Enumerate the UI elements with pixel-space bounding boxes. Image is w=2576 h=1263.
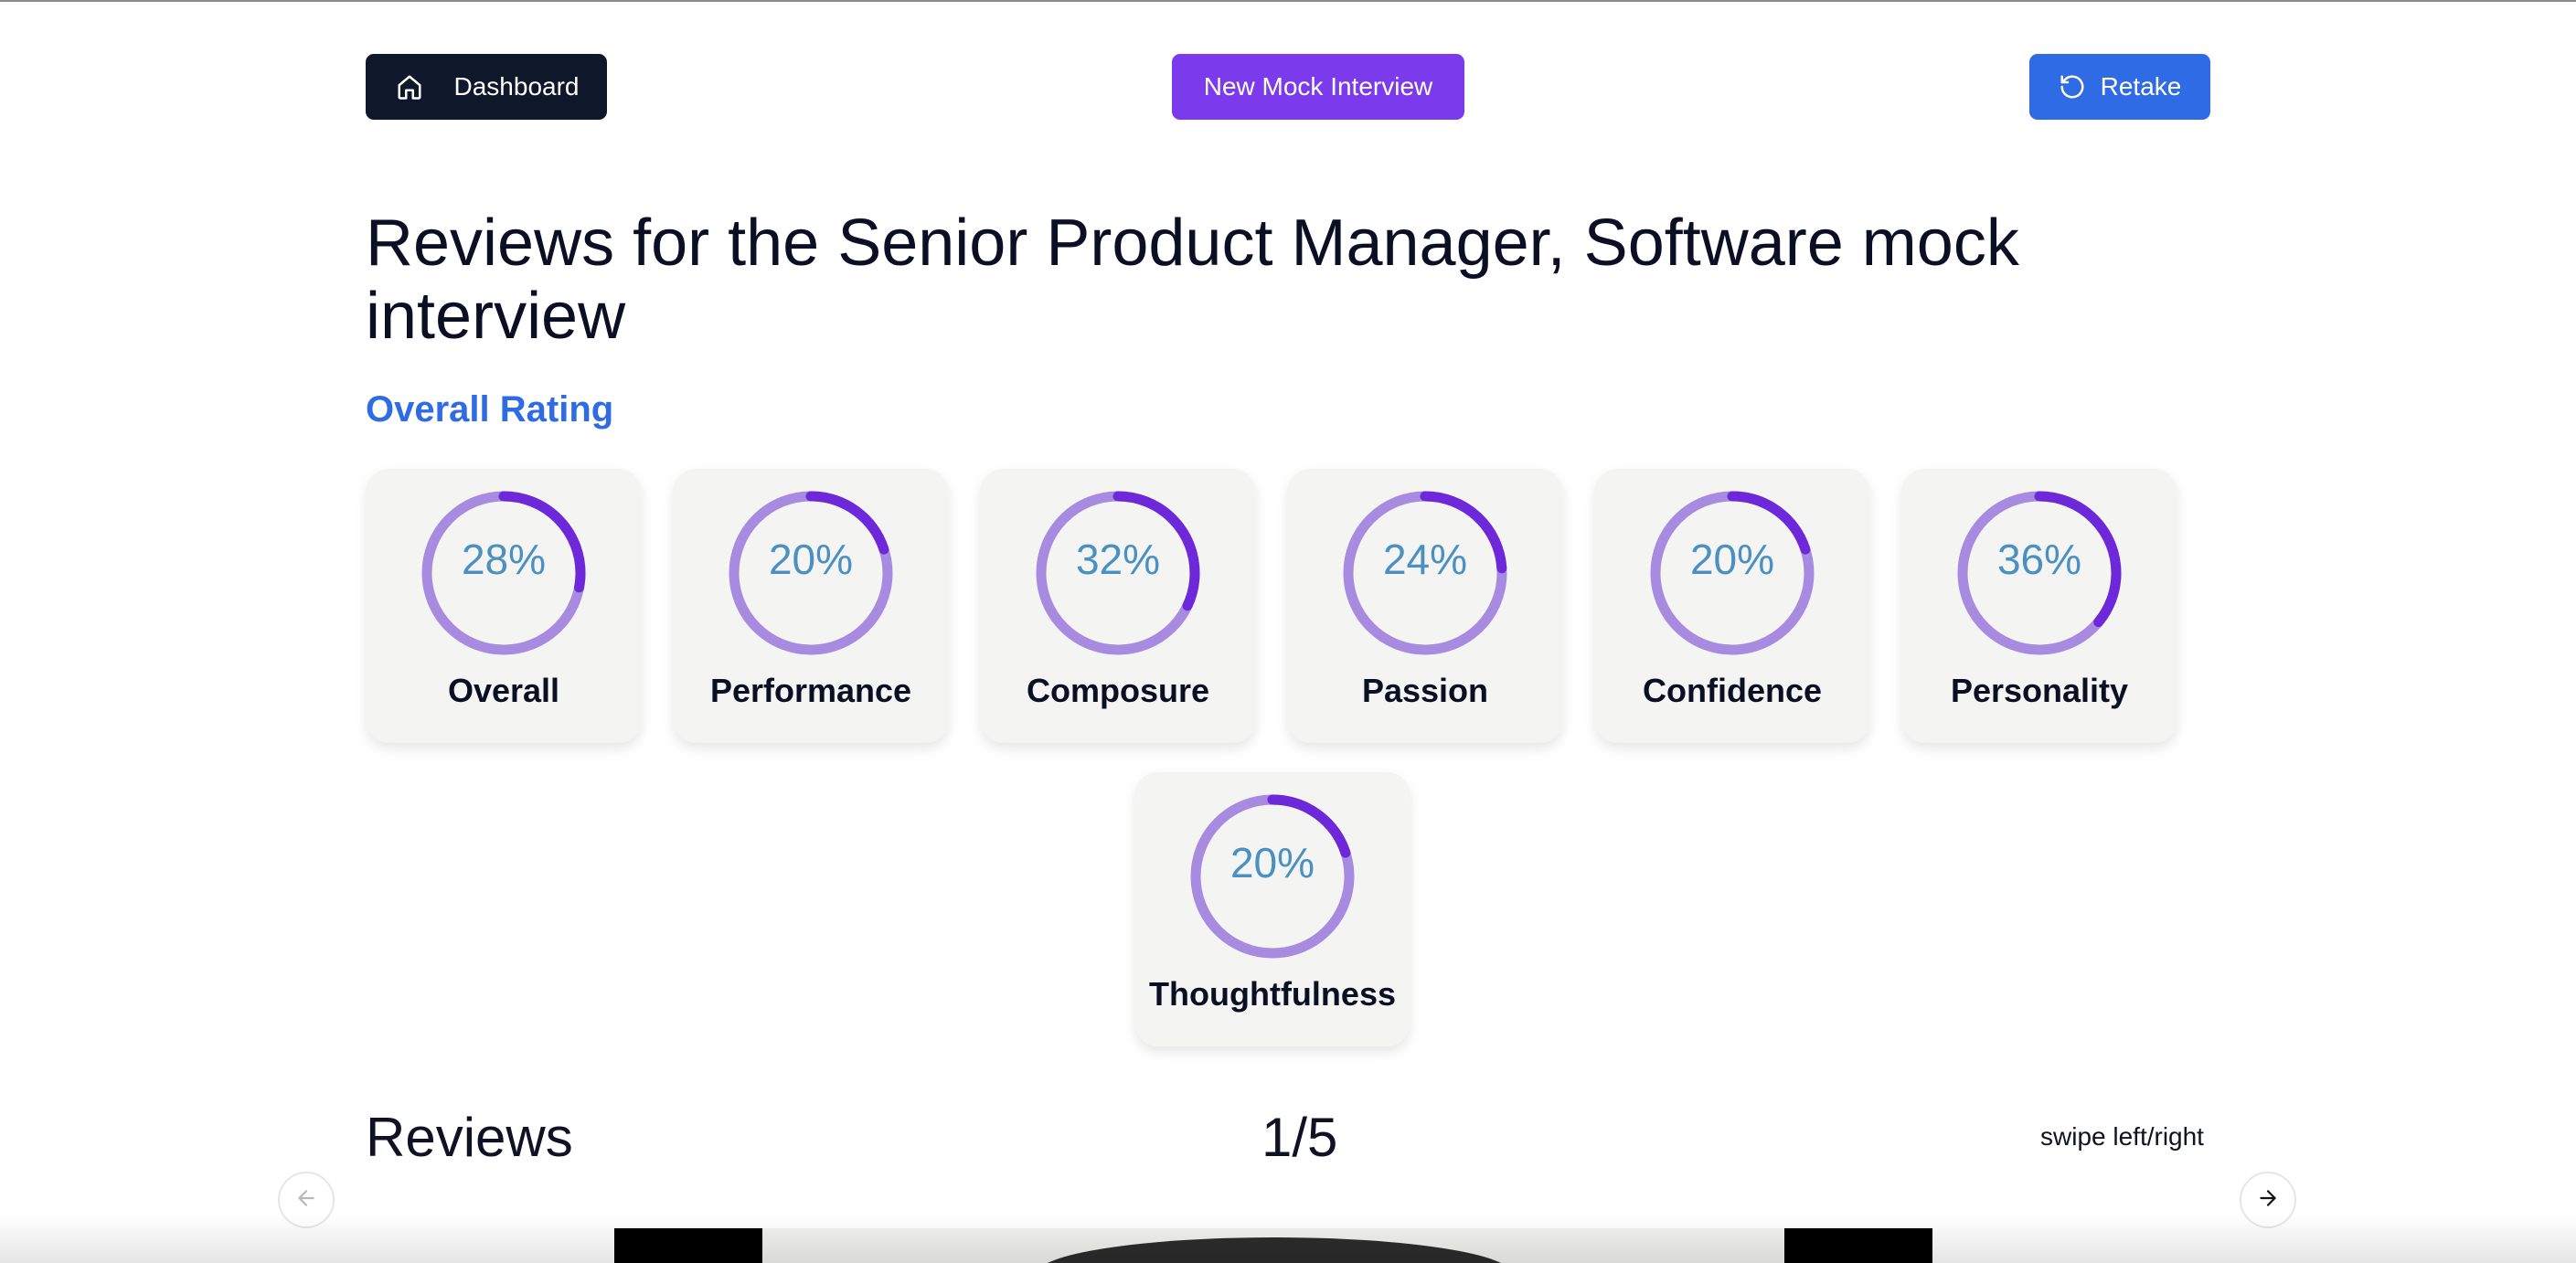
arrow-right-icon bbox=[2256, 1186, 2280, 1215]
rating-percent: 32% bbox=[1075, 536, 1161, 583]
new-mock-interview-button[interactable]: New Mock Interview bbox=[1172, 54, 1464, 120]
rating-card: 32% Composure bbox=[981, 469, 1255, 743]
rating-card: 20% Confidence bbox=[1595, 469, 1869, 743]
rating-percent: 24% bbox=[1382, 536, 1468, 583]
rotate-ccw-icon bbox=[2059, 73, 2086, 101]
rating-label: Passion bbox=[1361, 672, 1489, 709]
review-video[interactable] bbox=[614, 1228, 1932, 1263]
rating-percent: 36% bbox=[1996, 536, 2082, 583]
next-review-button[interactable] bbox=[2240, 1172, 2296, 1228]
rating-label: Overall bbox=[447, 672, 560, 709]
rating-card: 28% Overall bbox=[367, 469, 641, 743]
rating-label: Performance bbox=[709, 672, 912, 709]
rating-label: Personality bbox=[1950, 672, 2129, 709]
previous-review-button[interactable] bbox=[278, 1172, 335, 1228]
video-frame bbox=[762, 1228, 1784, 1263]
home-icon bbox=[396, 73, 423, 101]
rating-label: Composure bbox=[1026, 672, 1210, 709]
rating-label: Confidence bbox=[1642, 672, 1822, 709]
arrow-left-icon bbox=[294, 1186, 318, 1215]
new-mock-interview-label: New Mock Interview bbox=[1203, 72, 1433, 101]
rating-card: 36% Personality bbox=[1902, 469, 2177, 743]
rating-percent: 20% bbox=[1229, 839, 1315, 886]
review-counter: 1/5 bbox=[1261, 1107, 1338, 1168]
swipe-hint: swipe left/right bbox=[2040, 1122, 2204, 1151]
video-subject bbox=[1037, 1237, 1512, 1263]
rating-label: Thoughtfulness bbox=[1149, 975, 1396, 1013]
rating-card: 20% Thoughtfulness bbox=[1135, 772, 1410, 1046]
dashboard-button[interactable]: Dashboard bbox=[366, 54, 607, 120]
page-title: Reviews for the Senior Product Manager, … bbox=[366, 207, 2019, 353]
window-top-border bbox=[0, 0, 2576, 2]
dashboard-button-label: Dashboard bbox=[453, 72, 580, 101]
rating-percent: 28% bbox=[461, 536, 547, 583]
retake-button-label: Retake bbox=[2100, 72, 2182, 101]
retake-button[interactable]: Retake bbox=[2029, 54, 2210, 120]
reviews-heading: Reviews bbox=[366, 1107, 573, 1168]
overall-rating-heading: Overall Rating bbox=[366, 389, 614, 430]
rating-card: 20% Performance bbox=[674, 469, 948, 743]
rating-percent: 20% bbox=[768, 536, 854, 583]
rating-percent: 20% bbox=[1689, 536, 1775, 583]
rating-card: 24% Passion bbox=[1288, 469, 1562, 743]
